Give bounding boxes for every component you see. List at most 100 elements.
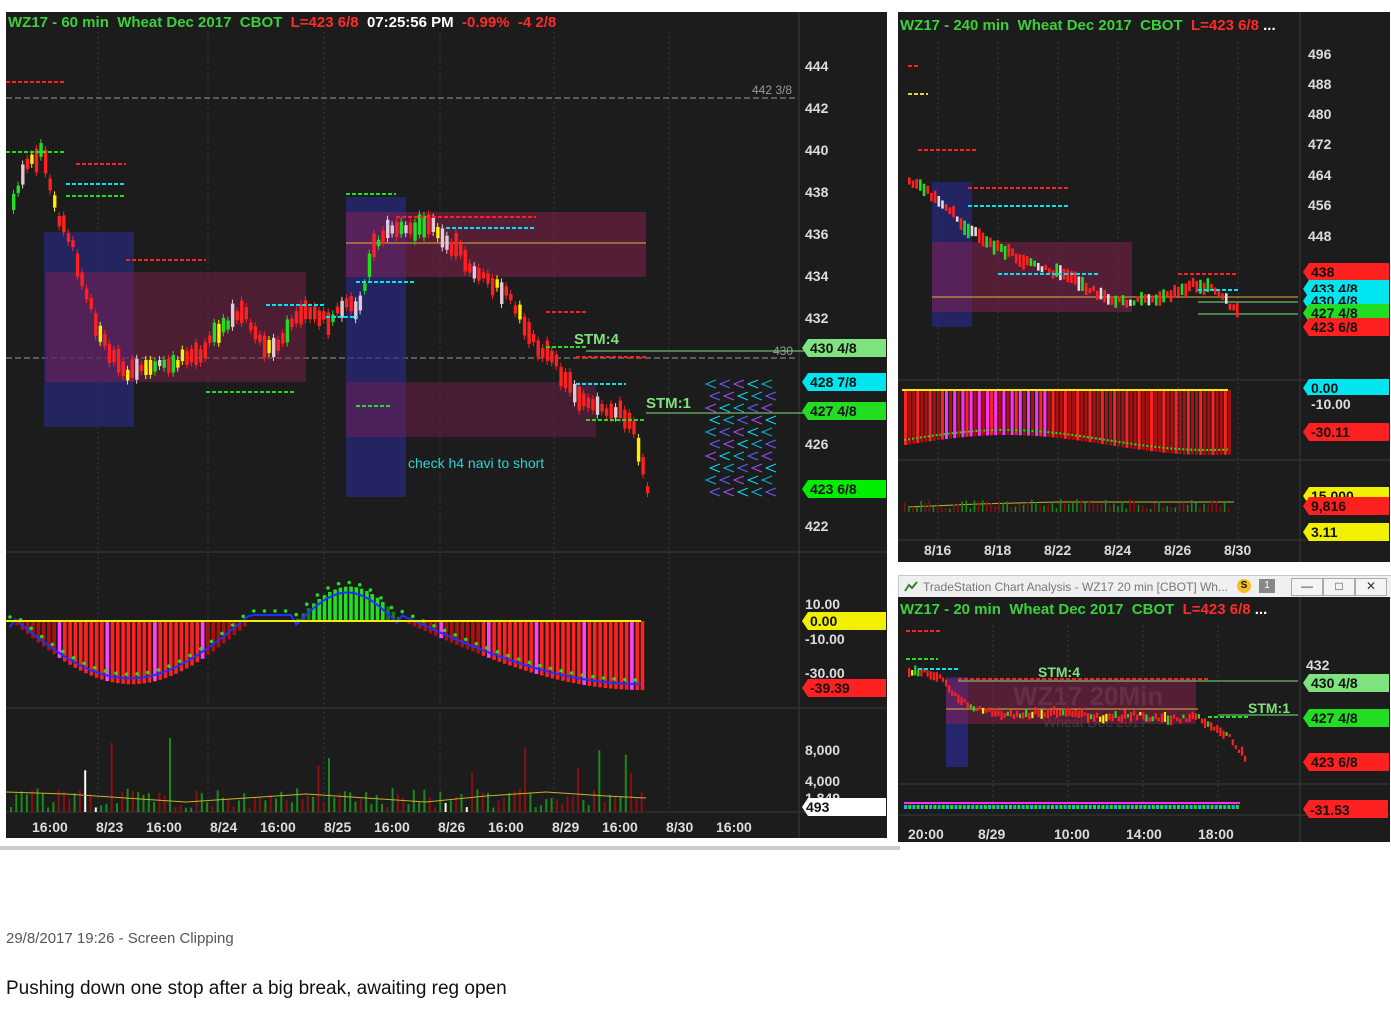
chart-20min[interactable]: WZ17 - 20 min Wheat Dec 2017 CBOT L=423 … (898, 597, 1390, 842)
candle (1096, 712, 1099, 718)
osc-dot (379, 596, 383, 600)
candle (997, 710, 1000, 717)
chart-240min-canvas[interactable]: 496 488 480 472 464 456 448 438433 4/8430 4/84… (898, 12, 1390, 562)
volume-bar (981, 500, 984, 512)
osc-bar (1166, 390, 1170, 454)
candle (550, 350, 554, 363)
volume-bar (78, 790, 81, 812)
candle (586, 397, 591, 408)
volume-bar (285, 799, 288, 812)
osc-bar (1010, 390, 1014, 436)
x-label-5: 8/25 (324, 819, 351, 835)
osc-bar (1018, 390, 1022, 436)
osc-dot (103, 669, 108, 673)
candle (1177, 286, 1180, 297)
osc-bar (1117, 390, 1121, 447)
candle (271, 337, 276, 357)
candle (1114, 711, 1117, 718)
candle (1180, 283, 1184, 296)
chart-240min[interactable]: WZ17 - 240 min Wheat Dec 2017 CBOT L=423… (898, 12, 1390, 562)
candle (1182, 714, 1185, 719)
volume-bar (1141, 505, 1144, 512)
chart-60min-canvas[interactable]: 442 3/8 430 STM:4 STM:1 check h4 navi to… (6, 12, 887, 838)
volume-bar (1068, 504, 1070, 512)
osc-bar (924, 390, 928, 442)
candle (148, 359, 153, 375)
volume-tags-240min: 15,0009,8163.11 (1303, 487, 1389, 541)
candle (944, 204, 948, 211)
fan-chevron (760, 451, 773, 461)
candle (991, 710, 994, 717)
candle (53, 195, 57, 208)
candle (1089, 714, 1093, 720)
candle (1080, 708, 1083, 718)
candle (1040, 709, 1043, 719)
osc-bar (1025, 805, 1029, 809)
candle (1228, 734, 1231, 738)
candle (1003, 712, 1006, 718)
fan-chevron (746, 451, 759, 461)
candle (600, 403, 604, 412)
volume-bar (296, 788, 299, 812)
x-axis-240min: 8/16 8/18 8/22 8/24 8/26 8/30 (924, 542, 1251, 558)
link-badge[interactable]: 1 (1259, 579, 1275, 593)
s-badge[interactable]: S (1237, 579, 1251, 593)
candle (1066, 269, 1070, 283)
osc-bar (937, 805, 941, 809)
candle (926, 670, 929, 677)
osc-bar (1126, 805, 1130, 809)
osc-bar (1160, 805, 1164, 809)
osc-bar (1055, 805, 1059, 809)
osc-bar (941, 805, 945, 809)
volume-bar (36, 788, 39, 812)
candle (94, 313, 98, 336)
maximize-button[interactable]: □ (1323, 578, 1355, 596)
osc-bar (1022, 390, 1026, 436)
volume-bar (15, 794, 18, 812)
osc-bar (587, 621, 592, 686)
osc-bar (990, 390, 994, 436)
volume-bar (434, 807, 436, 812)
x-label-8: 16:00 (488, 819, 524, 835)
window-titlebar-20min[interactable]: TradeStation Chart Analysis - WZ17 20 mi… (898, 575, 1391, 599)
candle (1203, 718, 1207, 729)
osc-dot (517, 657, 521, 661)
volume-bar (290, 802, 293, 812)
y240-tick-1: 488 (1308, 76, 1332, 92)
vol240-tag-label-2: 3.11 (1311, 524, 1338, 540)
chart-60min[interactable]: WZ17 - 60 min Wheat Dec 2017 CBOT L=423 … (6, 12, 887, 838)
chart-20min-canvas[interactable]: WZ17 20Min Wheat Dec 2017 STM:4 STM:1 43… (898, 597, 1390, 842)
fan-chevron (736, 415, 749, 425)
osc-bar (1068, 390, 1071, 440)
candle (367, 253, 372, 278)
candle (1202, 282, 1206, 295)
volume-bar (269, 794, 272, 812)
osc-dot (262, 609, 267, 613)
candle (1040, 266, 1044, 273)
candle (1213, 726, 1216, 731)
close-button[interactable]: ✕ (1355, 578, 1387, 596)
osc-bar (1145, 390, 1149, 451)
candle (486, 273, 490, 284)
volume-bar (322, 801, 325, 812)
candle (1099, 287, 1103, 300)
fan-chevron (746, 475, 759, 485)
candle (431, 217, 436, 232)
candle (1059, 709, 1062, 717)
volume-bar (1162, 507, 1164, 512)
osc-dot (612, 677, 616, 681)
osc-bar (953, 390, 957, 439)
candle (1142, 712, 1145, 720)
osc-bar (1051, 390, 1055, 438)
candle (568, 372, 572, 393)
volume-bar (100, 805, 103, 812)
osc-dot (199, 647, 203, 651)
osc-dot (230, 623, 235, 627)
osc-bar (925, 805, 928, 809)
candle (1148, 717, 1151, 722)
osc-bar (153, 621, 157, 682)
vol-tick-1: 4,000 (805, 773, 840, 789)
minimize-button[interactable]: — (1291, 578, 1323, 596)
y20-tick-0: 432 (1306, 657, 1330, 673)
volume-bar (354, 801, 357, 812)
